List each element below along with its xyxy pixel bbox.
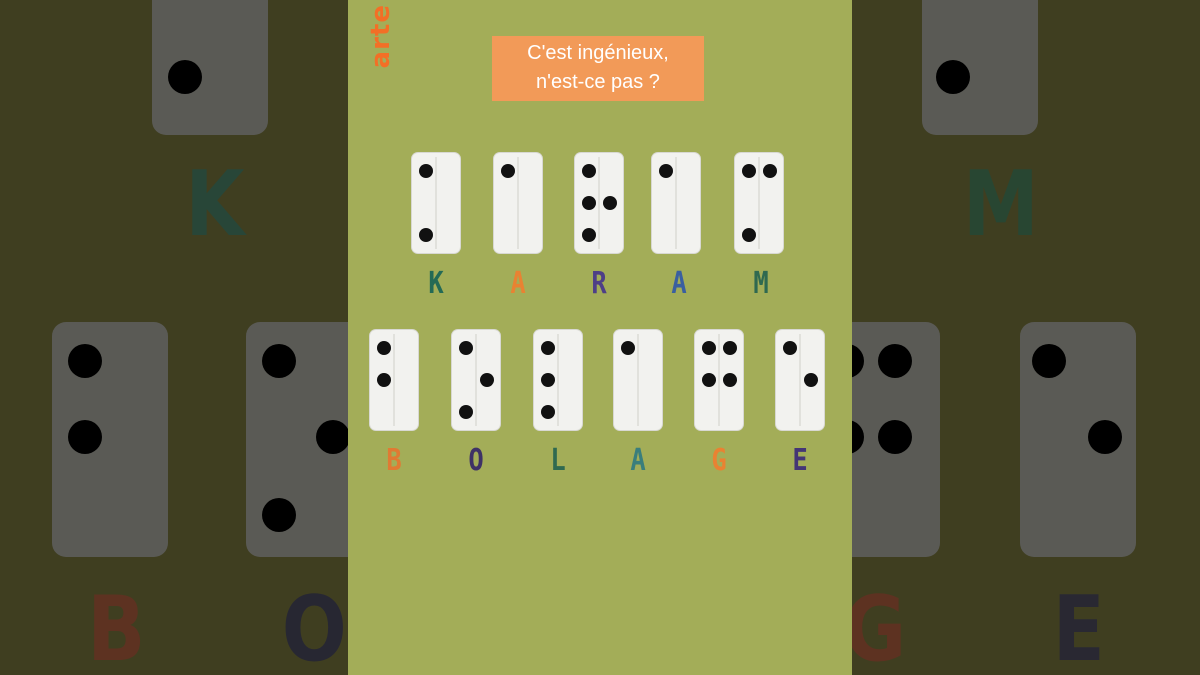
word2-letter: L [550,443,566,478]
bg-dot [852,420,864,454]
braille-dot [582,196,596,210]
caption-line-2: n'est-ce pas ? [536,71,660,93]
bg-letter-g: G [852,585,906,675]
braille-dot [659,164,673,178]
braille-cell [370,330,418,430]
bg-dot [852,344,864,378]
word2-letter: A [630,443,646,478]
braille-dot [621,341,635,355]
braille-dot [541,341,555,355]
word2-letter: E [792,443,808,478]
braille-dot [541,373,555,387]
braille-dot [582,164,596,178]
bg-letter-o: O [281,577,347,675]
word2-letter: G [711,443,727,478]
braille-dot [501,164,515,178]
bg-braille-card [246,322,348,557]
braille-dot [742,164,756,178]
braille-cell [575,153,623,253]
bg-dot [68,344,102,378]
braille-cell [695,330,743,430]
braille-dot [804,373,818,387]
braille-cell [494,153,542,253]
bg-braille-card [152,0,268,135]
braille-cell [534,330,582,430]
braille-dot [742,228,756,242]
word1-letter: M [753,266,769,301]
bg-letter-b: B [87,577,146,675]
word1-letter: R [591,266,607,301]
braille-dot [419,164,433,178]
braille-cell [735,153,783,253]
bg-braille-card [52,322,168,557]
video-frame: arte C'est ingénieux, n'est-ce pas ? K A… [348,0,852,675]
background-right-blur: M G E [852,0,1200,675]
braille-dot [459,341,473,355]
braille-dot [459,405,473,419]
braille-dot [723,341,737,355]
braille-dot [763,164,777,178]
braille-dot [783,341,797,355]
bg-letter-m: M [962,152,1039,257]
braille-cell [652,153,700,253]
braille-dot [702,373,716,387]
braille-cell [776,330,824,430]
bg-braille-card [922,0,1038,135]
braille-dot [419,228,433,242]
word2-letter: O [468,443,484,478]
braille-cell [452,330,500,430]
word1-letter: A [671,266,687,301]
bg-dot [878,420,912,454]
caption-line-1: C'est ingénieux, [527,42,669,64]
subtitle-caption: C'est ingénieux, n'est-ce pas ? [492,36,704,101]
braille-dot [582,228,596,242]
arte-logo: arte [366,4,396,69]
bg-dot [262,498,296,532]
braille-dot [541,405,555,419]
braille-cell [614,330,662,430]
bg-dot [316,420,348,454]
bg-dot [936,60,970,94]
braille-dot [603,196,617,210]
braille-dot [377,373,391,387]
braille-dot [723,373,737,387]
bg-dot [1032,344,1066,378]
bg-dot [168,60,202,94]
braille-cell [412,153,460,253]
bg-dot [68,420,102,454]
braille-dot [480,373,494,387]
bg-letter-e: E [1052,577,1105,675]
braille-dot [377,341,391,355]
bg-dot [878,344,912,378]
word1-letter: A [510,266,526,301]
word1-letter: K [428,266,444,301]
bg-letter-k: K [185,152,245,257]
bg-braille-card [852,322,940,557]
bg-braille-card [1020,322,1136,557]
bg-dot [1088,420,1122,454]
background-left-blur: K B O [0,0,348,675]
braille-dot [702,341,716,355]
word2-letter: B [386,443,402,478]
bg-dot [262,344,296,378]
